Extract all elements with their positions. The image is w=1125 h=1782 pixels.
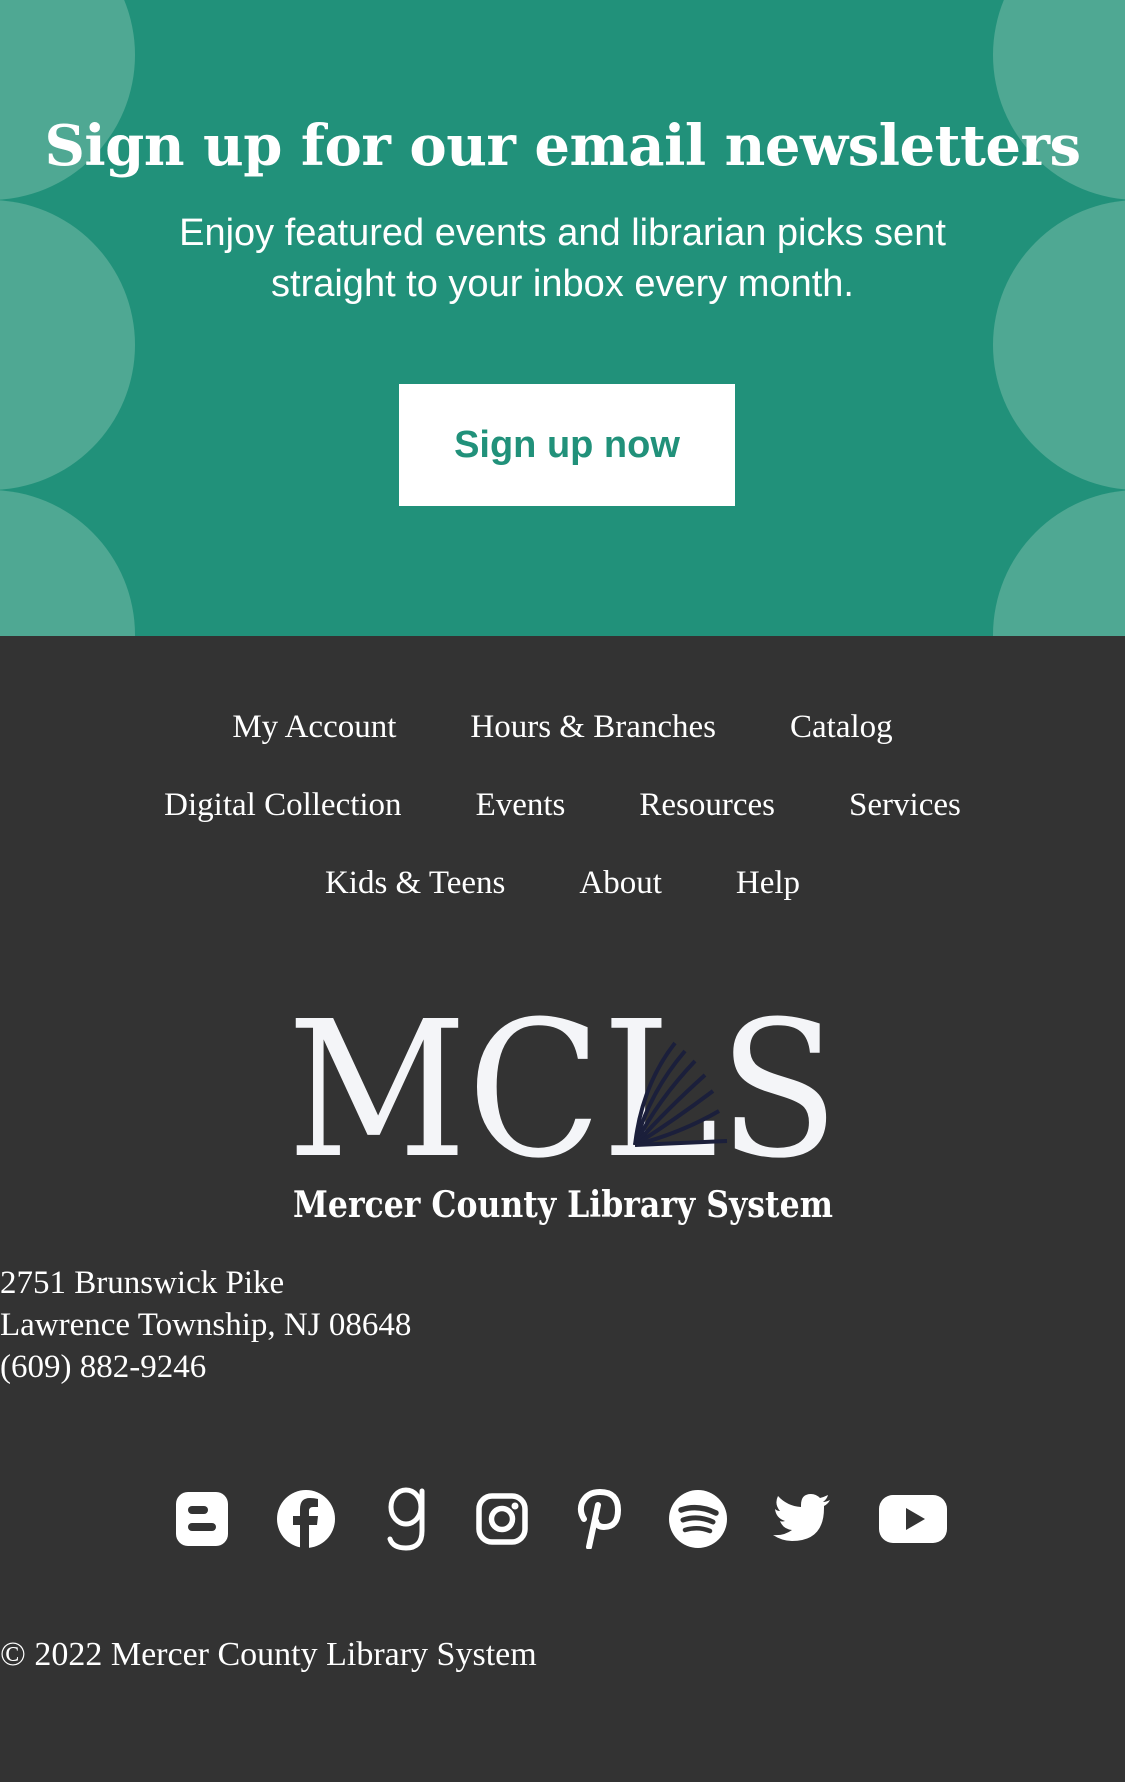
phone-number[interactable]: (609) 882-9246 — [0, 1346, 1125, 1388]
nav-link-catalog[interactable]: Catalog — [790, 707, 893, 747]
copyright-notice: © 2022 Mercer County Library System — [0, 1636, 537, 1673]
nav-link-resources[interactable]: Resources — [639, 785, 775, 825]
social-links — [0, 1487, 1125, 1551]
newsletter-banner: Sign up for our email newsletters Enjoy … — [0, 0, 1125, 636]
footer-nav-row: Digital Collection Events Resources Serv… — [0, 785, 1125, 825]
nav-link-about[interactable]: About — [579, 863, 662, 903]
nav-link-kids-teens[interactable]: Kids & Teens — [325, 863, 505, 903]
mcls-logo[interactable]: MCLS Mercer County Library System — [287, 981, 839, 1229]
footer-nav-row: My Account Hours & Branches Catalog — [0, 707, 1125, 747]
logo-name: Mercer County Library System — [293, 1184, 833, 1226]
goodreads-icon[interactable] — [384, 1487, 430, 1551]
sign-up-now-button[interactable]: Sign up now — [399, 384, 735, 506]
nav-link-services[interactable]: Services — [849, 785, 961, 825]
nav-link-my-account[interactable]: My Account — [232, 707, 396, 747]
decorative-scallop — [0, 490, 135, 636]
pinterest-icon[interactable] — [574, 1487, 622, 1551]
address-city: Lawrence Township, NJ 08648 — [0, 1307, 412, 1343]
nav-link-digital-collection[interactable]: Digital Collection — [164, 785, 401, 825]
youtube-icon[interactable] — [879, 1487, 947, 1551]
address-street: 2751 Brunswick Pike — [0, 1265, 285, 1301]
newsletter-title: Sign up for our email newsletters — [44, 113, 1081, 179]
twitter-icon[interactable] — [773, 1487, 831, 1551]
nav-link-hours-branches[interactable]: Hours & Branches — [470, 707, 716, 747]
logo-letters: MCLS — [287, 1005, 839, 1200]
library-address: 2751 Brunswick Pike Lawrence Township, N… — [0, 1262, 1125, 1388]
instagram-icon[interactable] — [476, 1487, 528, 1551]
blogger-icon[interactable] — [176, 1487, 228, 1551]
newsletter-description: Enjoy featured events and librarian pick… — [179, 212, 946, 305]
nav-link-help[interactable]: Help — [736, 863, 800, 903]
facebook-icon[interactable] — [276, 1487, 336, 1551]
footer-nav-row: Kids & Teens About Help — [0, 863, 1125, 903]
decorative-scallop — [993, 200, 1125, 490]
decorative-scallop — [993, 490, 1125, 636]
spotify-icon[interactable] — [668, 1487, 728, 1551]
nav-link-events[interactable]: Events — [476, 785, 566, 825]
